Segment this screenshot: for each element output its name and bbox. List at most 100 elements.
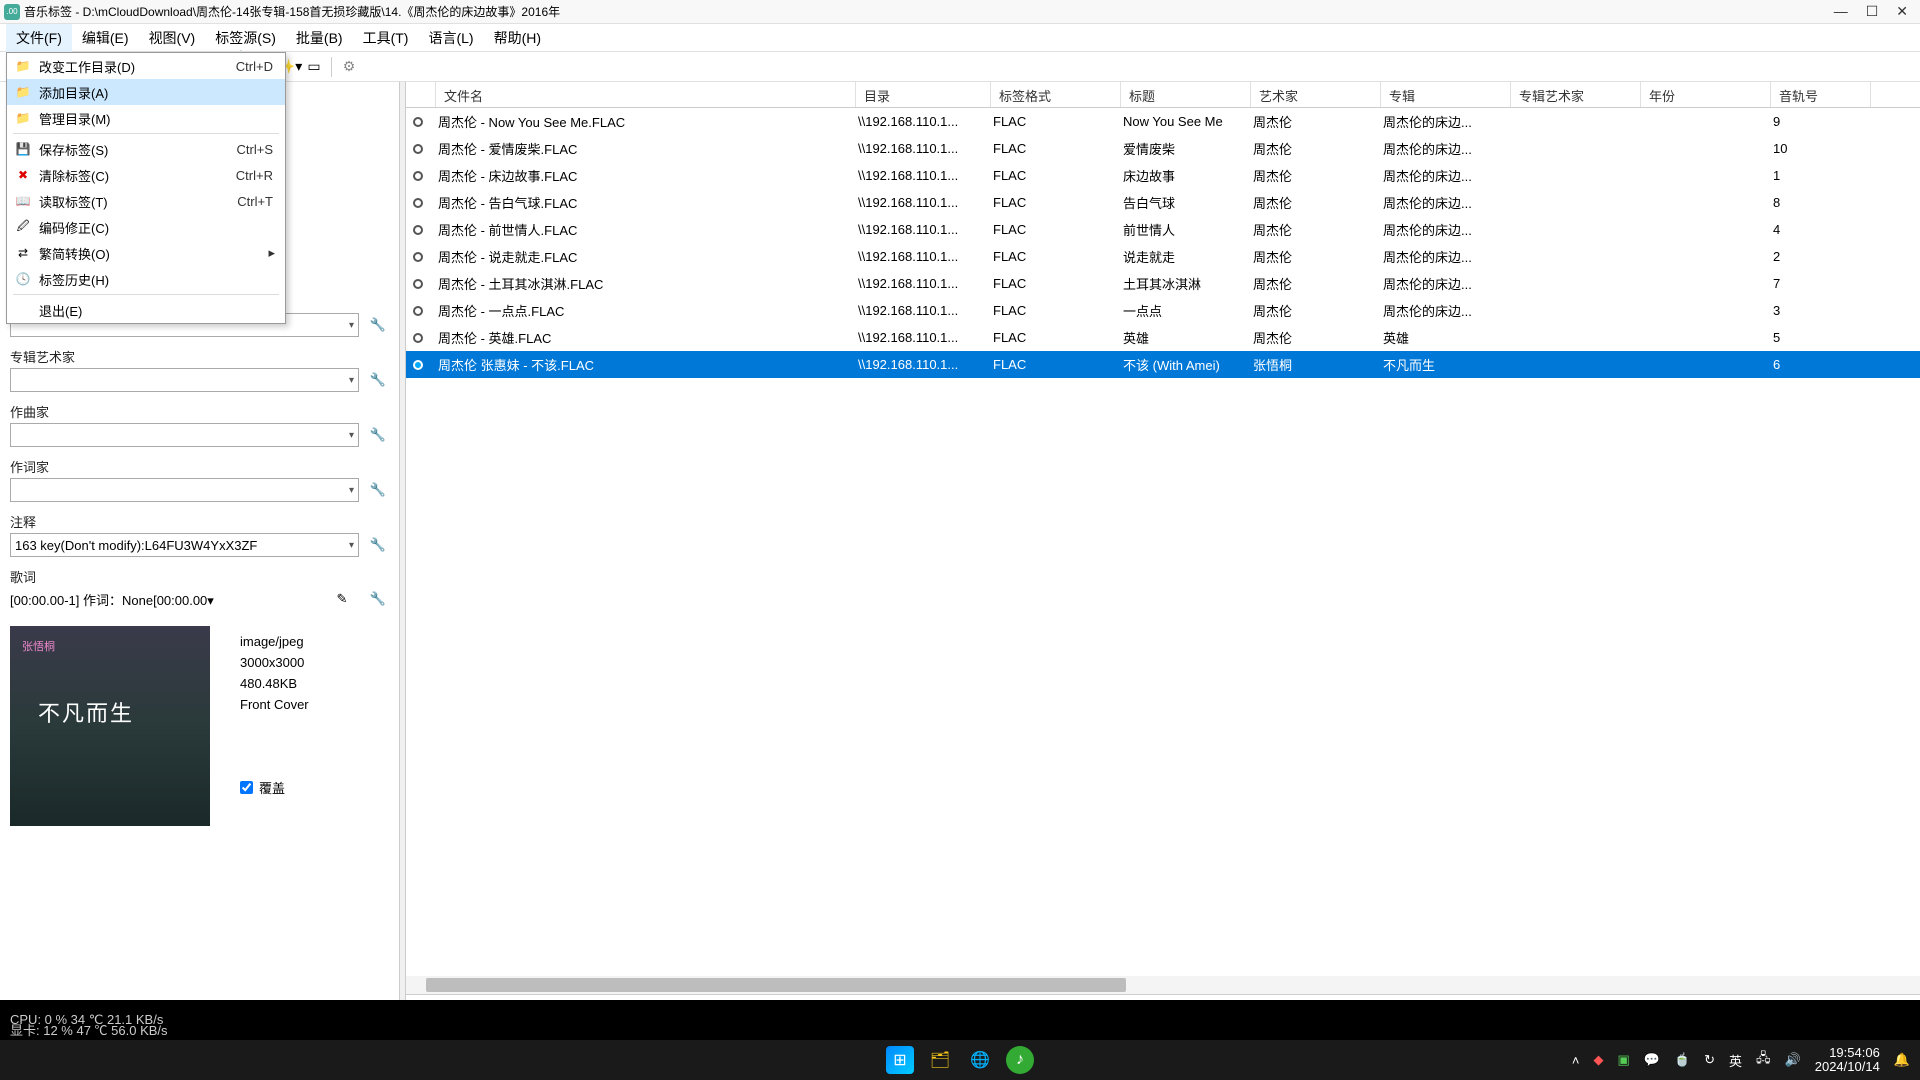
lyricist-combo[interactable]: ▾ — [10, 478, 359, 502]
menu-item[interactable]: 🕓标签历史(H) — [7, 266, 285, 292]
menu-item[interactable]: 📁添加目录(A) — [7, 79, 285, 105]
menu-3[interactable]: 标签源(S) — [205, 24, 286, 52]
chrome-icon[interactable]: 🌐 — [966, 1046, 994, 1074]
table-row[interactable]: 周杰伦 - 一点点.FLAC\\192.168.110.1...FLAC一点点周… — [406, 297, 1920, 324]
play-icon[interactable] — [406, 225, 430, 235]
table-row[interactable]: 周杰伦 - 爱情废柴.FLAC\\192.168.110.1...FLAC爱情废… — [406, 135, 1920, 162]
minimize-button[interactable]: — — [1834, 3, 1848, 20]
column-header[interactable]: 年份 — [1641, 82, 1771, 107]
col-icon[interactable] — [406, 82, 436, 107]
menu-item-icon: 🕓 — [13, 271, 33, 287]
cell: 周杰伦 张惠妹 - 不该.FLAC — [430, 355, 850, 374]
tray-clock[interactable]: 19:54:06 2024/10/14 — [1815, 1046, 1880, 1074]
table-row[interactable]: 周杰伦 - 说走就走.FLAC\\192.168.110.1...FLAC说走就… — [406, 243, 1920, 270]
toolbar-window-icon[interactable]: ▭ — [303, 56, 325, 78]
play-icon[interactable] — [406, 198, 430, 208]
menu-7[interactable]: 帮助(H) — [484, 24, 551, 52]
column-header[interactable]: 音轨号 — [1771, 82, 1871, 107]
comment-label: 注释 — [10, 512, 389, 531]
composer-combo[interactable]: ▾ — [10, 423, 359, 447]
explorer-icon[interactable]: 🗂 — [926, 1046, 954, 1074]
comment-wrench-icon[interactable]: 🔧 — [367, 534, 389, 556]
horizontal-scrollbar[interactable] — [406, 976, 1920, 994]
menu-6[interactable]: 语言(L) — [418, 24, 483, 52]
genre-wrench-icon[interactable]: 🔧 — [367, 314, 389, 336]
comment-combo[interactable]: 163 key(Don't modify):L64FU3W4YxX3ZF▾ — [10, 533, 359, 557]
menu-item[interactable]: ✖清除标签(C)Ctrl+R — [7, 162, 285, 188]
table-row[interactable]: 周杰伦 - 告白气球.FLAC\\192.168.110.1...FLAC告白气… — [406, 189, 1920, 216]
cell: 说走就走 — [1115, 247, 1245, 266]
cell: 周杰伦 - 说走就走.FLAC — [430, 247, 850, 266]
menu-item[interactable]: ⇄繁简转换(O)▸ — [7, 240, 285, 266]
play-icon[interactable] — [406, 252, 430, 262]
play-icon[interactable] — [406, 117, 430, 127]
cell: 周杰伦 - 英雄.FLAC — [430, 328, 850, 347]
menu-2[interactable]: 视图(V) — [139, 24, 206, 52]
menu-5[interactable]: 工具(T) — [353, 24, 419, 52]
window-title: 音乐标签 - D:\mCloudDownload\周杰伦-14张专辑-158首无… — [24, 3, 1834, 20]
tray-volume-icon[interactable]: 🔊 — [1785, 1052, 1801, 1068]
cell: 爱情废柴 — [1115, 139, 1245, 158]
column-header[interactable]: 标题 — [1121, 82, 1251, 107]
menu-item[interactable]: 📁改变工作目录(D)Ctrl+D — [7, 53, 285, 79]
table-row[interactable]: 周杰伦 - Now You See Me.FLAC\\192.168.110.1… — [406, 108, 1920, 135]
tray-ime[interactable]: 英 — [1729, 1051, 1742, 1070]
lyricist-wrench-icon[interactable]: 🔧 — [367, 479, 389, 501]
tray-chevron-icon[interactable]: ˄ — [1572, 1053, 1580, 1068]
menu-item[interactable]: 退出(E) — [7, 297, 285, 323]
play-icon[interactable] — [406, 171, 430, 181]
tray-app1-icon[interactable]: ◆ — [1593, 1052, 1603, 1068]
album-artist-combo[interactable]: ▾ — [10, 368, 359, 392]
lyrics-edit-icon[interactable]: ✎ — [331, 588, 353, 610]
play-icon[interactable] — [406, 333, 430, 343]
cover-art[interactable]: 张悟桐 不凡而生 — [10, 626, 210, 826]
tray-app3-icon[interactable]: 🍵 — [1674, 1052, 1690, 1068]
column-header[interactable]: 目录 — [856, 82, 991, 107]
lyrics-wrench-icon[interactable]: 🔧 — [367, 588, 389, 610]
cell: \\192.168.110.1... — [850, 357, 985, 372]
play-icon[interactable] — [406, 144, 430, 154]
menu-1[interactable]: 编辑(E) — [72, 24, 139, 52]
tray-app2-icon[interactable]: ▣ — [1617, 1052, 1629, 1068]
music-app-icon[interactable]: ♪ — [1006, 1046, 1034, 1074]
menu-0[interactable]: 文件(F) — [6, 24, 72, 52]
table-row[interactable]: 周杰伦 - 床边故事.FLAC\\192.168.110.1...FLAC床边故… — [406, 162, 1920, 189]
settings-icon[interactable]: ⚙ — [338, 56, 360, 78]
cover-metadata: image/jpeg 3000x3000 480.48KB Front Cove… — [240, 626, 309, 826]
column-header[interactable]: 专辑 — [1381, 82, 1511, 107]
table-row[interactable]: 周杰伦 - 英雄.FLAC\\192.168.110.1...FLAC英雄周杰伦… — [406, 324, 1920, 351]
menu-4[interactable]: 批量(B) — [286, 24, 353, 52]
tray-sync-icon[interactable]: ↻ — [1704, 1052, 1715, 1068]
scrollbar-thumb[interactable] — [426, 978, 1126, 992]
table-row[interactable]: 周杰伦 张惠妹 - 不该.FLAC\\192.168.110.1...FLAC不… — [406, 351, 1920, 378]
cell: 前世情人 — [1115, 220, 1245, 239]
play-icon[interactable] — [406, 306, 430, 316]
column-header[interactable]: 专辑艺术家 — [1511, 82, 1641, 107]
table-row[interactable]: 周杰伦 - 前世情人.FLAC\\192.168.110.1...FLAC前世情… — [406, 216, 1920, 243]
play-icon[interactable] — [406, 360, 430, 370]
album-artist-wrench-icon[interactable]: 🔧 — [367, 369, 389, 391]
close-button[interactable]: ✕ — [1896, 3, 1908, 20]
column-header[interactable]: 标签格式 — [991, 82, 1121, 107]
menu-item[interactable]: 📖读取标签(T)Ctrl+T — [7, 188, 285, 214]
menu-item[interactable]: 🖉编码修正(C) — [7, 214, 285, 240]
column-header[interactable]: 文件名 — [436, 82, 856, 107]
tray-network-icon[interactable]: 🖧 — [1756, 1049, 1771, 1071]
menu-item[interactable]: 📁管理目录(M) — [7, 105, 285, 131]
menu-item[interactable]: 💾保存标签(S)Ctrl+S — [7, 136, 285, 162]
tray-wechat-icon[interactable]: 💬 — [1644, 1052, 1660, 1068]
column-header[interactable]: 艺术家 — [1251, 82, 1381, 107]
lyrics-combo[interactable]: [00:00.00-1] 作词：None[00:00.00▾ — [10, 590, 325, 609]
composer-wrench-icon[interactable]: 🔧 — [367, 424, 389, 446]
start-icon[interactable]: ⊞ — [886, 1046, 914, 1074]
maximize-button[interactable]: ☐ — [1866, 3, 1879, 20]
cell: FLAC — [985, 168, 1115, 183]
tray-notifications-icon[interactable]: 🔔 — [1894, 1052, 1910, 1068]
chevron-down-icon: ▾ — [349, 320, 354, 331]
table-row[interactable]: 周杰伦 - 土耳其冰淇淋.FLAC\\192.168.110.1...FLAC土… — [406, 270, 1920, 297]
play-icon[interactable] — [406, 279, 430, 289]
overwrite-checkbox[interactable] — [240, 781, 253, 794]
cell: 3 — [1765, 303, 1865, 318]
cell: \\192.168.110.1... — [850, 249, 985, 264]
cell: 英雄 — [1375, 328, 1505, 347]
